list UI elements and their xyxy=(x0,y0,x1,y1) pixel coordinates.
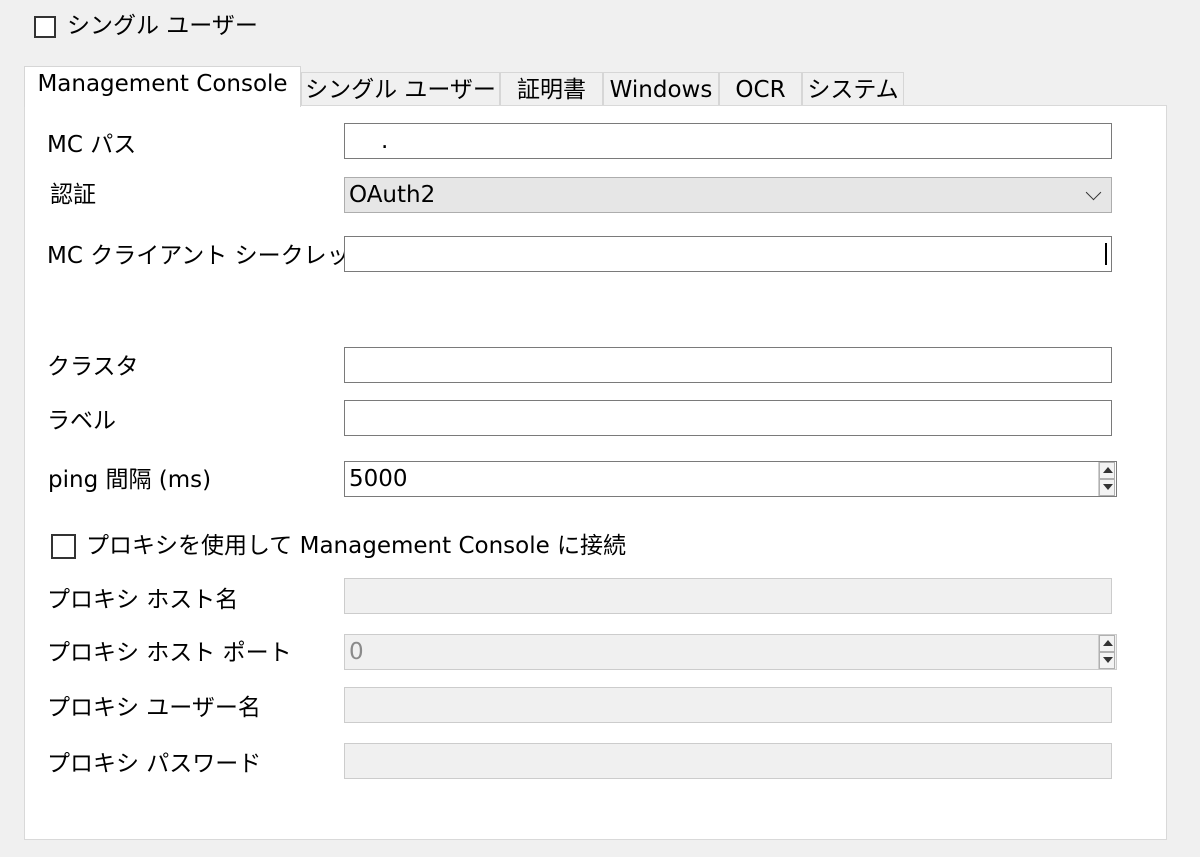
label-field-label: ラベル xyxy=(47,408,116,434)
text-caret xyxy=(1105,243,1107,265)
arrow-up-icon xyxy=(1103,640,1113,646)
tab-management-console[interactable]: Management Console xyxy=(24,66,301,107)
proxy-port-value: 0 xyxy=(349,639,364,665)
ping-interval-label: ping 間隔 (ms) xyxy=(48,467,212,493)
proxy-host-input[interactable] xyxy=(344,578,1112,614)
ping-interval-spinner[interactable] xyxy=(1098,462,1115,496)
proxy-port-down-button[interactable] xyxy=(1099,652,1115,669)
tab-ocr[interactable]: OCR xyxy=(719,72,802,106)
mc-path-input[interactable]: . xyxy=(344,123,1112,159)
cluster-label: クラスタ xyxy=(47,354,139,380)
label-field-input[interactable] xyxy=(344,400,1112,436)
use-proxy-label: プロキシを使用して Management Console に接続 xyxy=(86,533,627,559)
proxy-port-spinner[interactable] xyxy=(1098,635,1115,669)
mc-path-label: MC パス xyxy=(47,132,137,158)
ping-interval-down-button[interactable] xyxy=(1099,479,1115,496)
proxy-password-input[interactable] xyxy=(344,743,1112,779)
arrow-down-icon xyxy=(1103,484,1113,490)
auth-label: 認証 xyxy=(50,182,96,208)
mc-path-value: . xyxy=(381,128,389,154)
auth-select[interactable]: OAuth2 xyxy=(344,177,1112,213)
ping-interval-value: 5000 xyxy=(349,466,408,492)
proxy-port-input[interactable]: 0 xyxy=(344,634,1117,670)
single-user-checkbox-label: シングル ユーザー xyxy=(67,13,258,39)
proxy-password-label: プロキシ パスワード xyxy=(47,751,262,777)
arrow-up-icon xyxy=(1103,467,1113,473)
tab-certificate[interactable]: 証明書 xyxy=(500,72,603,106)
use-proxy-checkbox[interactable] xyxy=(51,534,76,559)
auth-selected-value: OAuth2 xyxy=(349,182,436,208)
proxy-host-label: プロキシ ホスト名 xyxy=(47,587,239,613)
client-secret-label: MC クライアント シークレット xyxy=(47,243,373,269)
ping-interval-up-button[interactable] xyxy=(1099,462,1115,479)
tab-single-user[interactable]: シングル ユーザー xyxy=(301,72,500,106)
proxy-user-input[interactable] xyxy=(344,687,1112,723)
client-secret-input[interactable] xyxy=(344,236,1112,272)
proxy-port-label: プロキシ ホスト ポート xyxy=(47,640,292,666)
tab-system[interactable]: システム xyxy=(802,72,904,106)
cluster-input[interactable] xyxy=(344,347,1112,383)
arrow-down-icon xyxy=(1103,657,1113,663)
proxy-port-up-button[interactable] xyxy=(1099,635,1115,652)
tab-windows[interactable]: Windows xyxy=(603,72,719,106)
chevron-down-icon xyxy=(1085,184,1102,201)
ping-interval-input[interactable]: 5000 xyxy=(344,461,1117,497)
proxy-user-label: プロキシ ユーザー名 xyxy=(47,695,261,721)
single-user-checkbox[interactable] xyxy=(34,16,56,38)
